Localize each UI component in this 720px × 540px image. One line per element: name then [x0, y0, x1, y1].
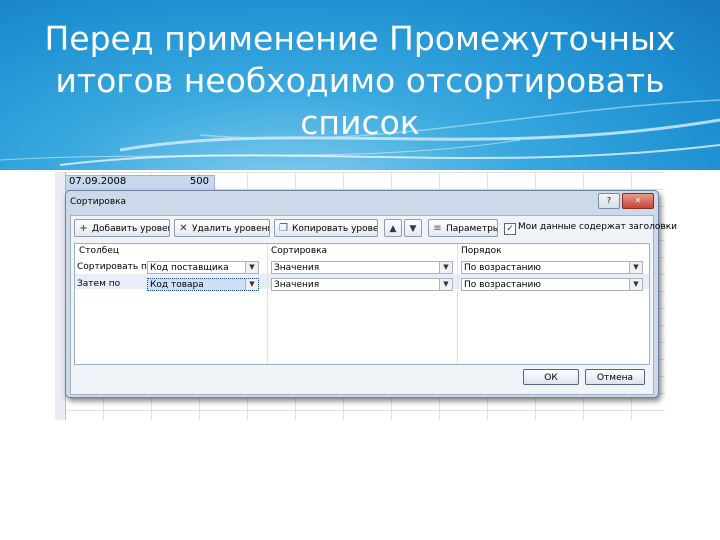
column-header: Столбец: [79, 246, 119, 256]
chevron-down-icon: ▼: [629, 279, 642, 290]
copy-level-label: Копировать уровень: [292, 224, 378, 234]
copy-level-icon: ❐: [279, 223, 288, 234]
headers-checkbox[interactable]: ✓: [504, 223, 516, 235]
move-up-button[interactable]: ▲: [384, 219, 402, 237]
delete-level-label: Удалить уровень: [192, 224, 270, 234]
row-label-then-by: Затем по: [77, 279, 121, 289]
chevron-down-icon: ▼: [439, 262, 452, 273]
order-select-1[interactable]: По возрастанию ▼: [461, 261, 643, 274]
dialog-body: + Добавить уровень ✕ Удалить уровень ❐ К…: [70, 215, 677, 395]
title-line-2: итогов необходимо отсортировать: [55, 61, 665, 100]
sort-on-select-2[interactable]: Значения ▼: [271, 278, 453, 291]
sort-levels-table: Столбец Сортировка Порядок Сортировать п…: [74, 243, 650, 365]
excel-screenshot: 07.09.2008 500 Сортировка ? ✕ + Добавить…: [55, 172, 677, 420]
title-banner: Перед применение Промежуточных итогов не…: [0, 0, 720, 170]
add-level-button[interactable]: + Добавить уровень: [74, 219, 170, 237]
title-line-1: Перед применение Промежуточных: [44, 19, 676, 58]
column-separator: [267, 244, 268, 364]
order-header: Порядок: [461, 246, 502, 256]
sort-toolbar: + Добавить уровень ✕ Удалить уровень ❐ К…: [74, 219, 677, 239]
headers-checkbox-label: Мои данные содержат заголовки: [518, 222, 678, 232]
move-down-button[interactable]: ▼: [404, 219, 422, 237]
sort-on-header: Сортировка: [271, 246, 328, 256]
order-select-2-value: По возрастанию: [464, 280, 541, 290]
cell-value[interactable]: 500: [159, 176, 209, 187]
chevron-down-icon: ▼: [245, 279, 258, 290]
sort-dialog: Сортировка ? ✕ + Добавить уровень ✕ Удал…: [65, 190, 677, 398]
title-line-3: список: [300, 103, 420, 142]
delete-level-icon: ✕: [179, 223, 188, 234]
add-level-icon: +: [79, 223, 88, 234]
sort-on-select-1-value: Значения: [274, 263, 320, 273]
row-label-sort-by: Сортировать по: [77, 262, 153, 272]
dialog-title: Сортировка: [70, 197, 127, 207]
column-select-1-value: Код поставщика: [150, 263, 229, 273]
chevron-down-icon: ▼: [245, 262, 258, 273]
cancel-button[interactable]: Отмена: [585, 369, 645, 385]
sort-on-select-2-value: Значения: [274, 280, 320, 290]
close-button[interactable]: ✕: [622, 193, 654, 209]
ok-button[interactable]: ОК: [523, 369, 579, 385]
chevron-down-icon: ▼: [439, 279, 452, 290]
options-icon: ≡: [433, 223, 442, 234]
order-select-2[interactable]: По возрастанию ▼: [461, 278, 643, 291]
order-select-1-value: По возрастанию: [464, 263, 541, 273]
add-level-label: Добавить уровень: [92, 224, 169, 234]
delete-level-button[interactable]: ✕ Удалить уровень: [174, 219, 270, 237]
copy-level-button[interactable]: ❐ Копировать уровень: [274, 219, 378, 237]
help-button[interactable]: ?: [598, 193, 620, 209]
column-select-2[interactable]: Код товара ▼: [147, 278, 259, 291]
cell-date[interactable]: 07.09.2008: [69, 176, 126, 187]
sort-on-select-1[interactable]: Значения ▼: [271, 261, 453, 274]
slide-title: Перед применение Промежуточных итогов не…: [20, 18, 700, 144]
options-button[interactable]: ≡ Параметры...: [428, 219, 498, 237]
column-separator: [457, 244, 458, 364]
column-select-2-value: Код товара: [150, 280, 204, 290]
options-label: Параметры...: [446, 224, 497, 234]
column-select-1[interactable]: Код поставщика ▼: [147, 261, 259, 274]
chevron-down-icon: ▼: [629, 262, 642, 273]
